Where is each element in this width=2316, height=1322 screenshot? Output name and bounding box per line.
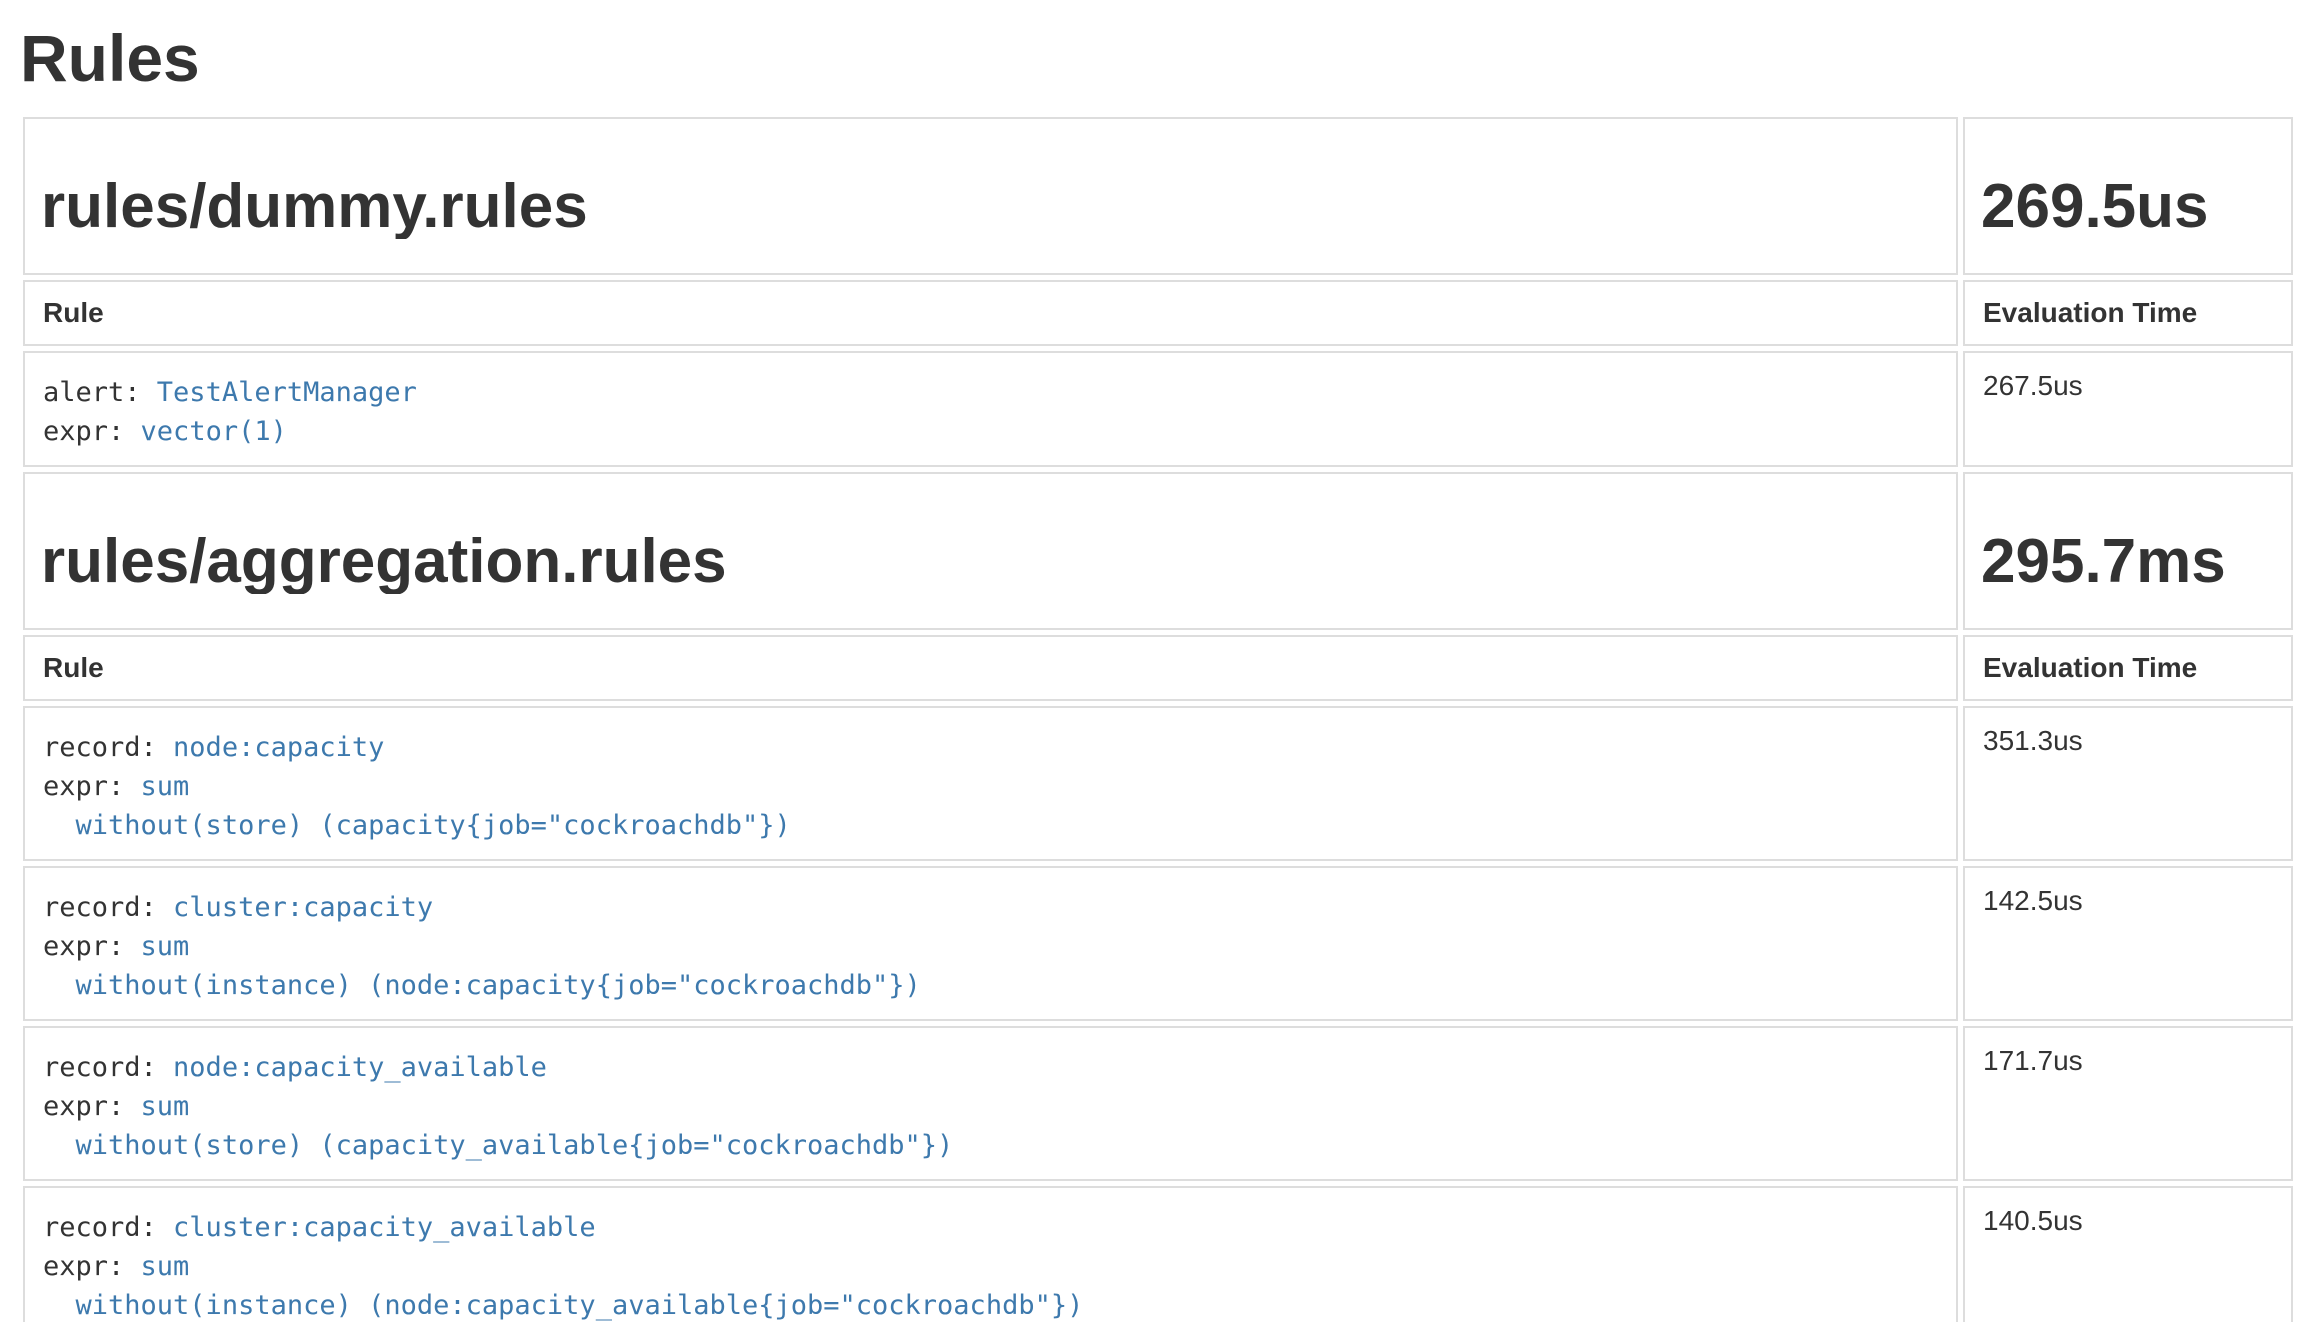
rule-row: record: cluster:capacity_availableexpr: …: [23, 1186, 2293, 1322]
rule-cell: record: cluster:capacity_availableexpr: …: [23, 1186, 1958, 1322]
rule-link[interactable]: cluster:capacity: [173, 892, 433, 923]
rule-code-line: record: cluster:capacity: [43, 888, 1938, 927]
evaluation-time-column-header: Evaluation Time: [1963, 635, 2293, 701]
rule-eval-time: 351.3us: [1963, 706, 2293, 861]
rule-keyword: [43, 1290, 76, 1321]
rule-code-line: without(store) (capacity{job="cockroachd…: [43, 806, 1938, 845]
rule-cell: alert: TestAlertManagerexpr: vector(1): [23, 351, 1958, 467]
rule-keyword: expr:: [43, 1091, 141, 1122]
rule-column-header: Rule: [23, 280, 1958, 346]
rule-link[interactable]: without(instance) (node:capacity{job="co…: [76, 970, 921, 1001]
rule-row: alert: TestAlertManagerexpr: vector(1)26…: [23, 351, 2293, 467]
page-title: Rules: [20, 22, 2298, 94]
rule-link[interactable]: sum: [141, 771, 190, 802]
rule-code-line: without(instance) (node:capacity{job="co…: [43, 966, 1938, 1005]
rule-code-line: alert: TestAlertManager: [43, 373, 1938, 412]
rules-table: rules/dummy.rules269.5usRuleEvaluation T…: [18, 112, 2298, 1322]
rule-link[interactable]: node:capacity_available: [173, 1052, 547, 1083]
rule-eval-time: 142.5us: [1963, 866, 2293, 1021]
rule-group-file-cell: rules/aggregation.rules: [23, 472, 1958, 630]
rules-table-body: rules/dummy.rules269.5usRuleEvaluation T…: [23, 117, 2293, 1322]
rule-link[interactable]: vector(1): [141, 416, 287, 447]
rule-link[interactable]: cluster:capacity_available: [173, 1212, 596, 1243]
rule-keyword: expr:: [43, 1251, 141, 1282]
rule-link[interactable]: sum: [141, 1251, 190, 1282]
rule-group-eval-time: 269.5us: [1981, 175, 2275, 239]
rule-keyword: expr:: [43, 416, 141, 447]
rule-row: record: node:capacity_availableexpr: sum…: [23, 1026, 2293, 1181]
rule-group-file: rules/dummy.rules: [41, 175, 1940, 239]
rule-keyword: [43, 970, 76, 1001]
rule-keyword: [43, 1130, 76, 1161]
rule-group-eval-time-cell: 295.7ms: [1963, 472, 2293, 630]
rule-keyword: [43, 810, 76, 841]
rule-column-header: Rule: [23, 635, 1958, 701]
rule-link[interactable]: node:capacity: [173, 732, 384, 763]
rule-keyword: record:: [43, 1212, 173, 1243]
rule-keyword: record:: [43, 732, 173, 763]
rule-row: record: cluster:capacityexpr: sum withou…: [23, 866, 2293, 1021]
rule-code-line: expr: sum: [43, 1247, 1938, 1286]
column-header-row: RuleEvaluation Time: [23, 280, 2293, 346]
rule-code-line: record: node:capacity_available: [43, 1048, 1938, 1087]
rule-group-eval-time: 295.7ms: [1981, 530, 2275, 594]
rule-code-line: without(instance) (node:capacity_availab…: [43, 1286, 1938, 1322]
rule-code-line: record: node:capacity: [43, 728, 1938, 767]
rule-keyword: alert:: [43, 377, 157, 408]
evaluation-time-column-header: Evaluation Time: [1963, 280, 2293, 346]
rule-keyword: record:: [43, 1052, 173, 1083]
rule-link[interactable]: without(store) (capacity_available{job="…: [76, 1130, 954, 1161]
rule-group-file-cell: rules/dummy.rules: [23, 117, 1958, 275]
rule-cell: record: node:capacity_availableexpr: sum…: [23, 1026, 1958, 1181]
rule-group-heading-row: rules/aggregation.rules 295.7ms: [23, 472, 2293, 630]
rule-code-line: without(store) (capacity_available{job="…: [43, 1126, 1938, 1165]
rule-keyword: expr:: [43, 771, 141, 802]
rule-eval-time: 267.5us: [1963, 351, 2293, 467]
rule-row: record: node:capacityexpr: sum without(s…: [23, 706, 2293, 861]
rule-group-file: rules/aggregation.rules: [41, 530, 1940, 594]
rule-code-line: expr: sum: [43, 927, 1938, 966]
rule-code-line: record: cluster:capacity_available: [43, 1208, 1938, 1247]
rule-cell: record: node:capacityexpr: sum without(s…: [23, 706, 1958, 861]
rule-code-line: expr: sum: [43, 767, 1938, 806]
column-header-row: RuleEvaluation Time: [23, 635, 2293, 701]
rule-cell: record: cluster:capacityexpr: sum withou…: [23, 866, 1958, 1021]
rule-link[interactable]: sum: [141, 1091, 190, 1122]
rule-keyword: expr:: [43, 931, 141, 962]
rule-keyword: record:: [43, 892, 173, 923]
rule-eval-time: 171.7us: [1963, 1026, 2293, 1181]
rule-link[interactable]: without(instance) (node:capacity_availab…: [76, 1290, 1084, 1321]
rule-code-line: expr: sum: [43, 1087, 1938, 1126]
rule-code-line: expr: vector(1): [43, 412, 1938, 451]
rule-eval-time: 140.5us: [1963, 1186, 2293, 1322]
rule-link[interactable]: without(store) (capacity{job="cockroachd…: [76, 810, 791, 841]
rule-group-heading-row: rules/dummy.rules 269.5us: [23, 117, 2293, 275]
rule-link[interactable]: sum: [141, 931, 190, 962]
rule-link[interactable]: TestAlertManager: [157, 377, 417, 408]
rule-group-eval-time-cell: 269.5us: [1963, 117, 2293, 275]
